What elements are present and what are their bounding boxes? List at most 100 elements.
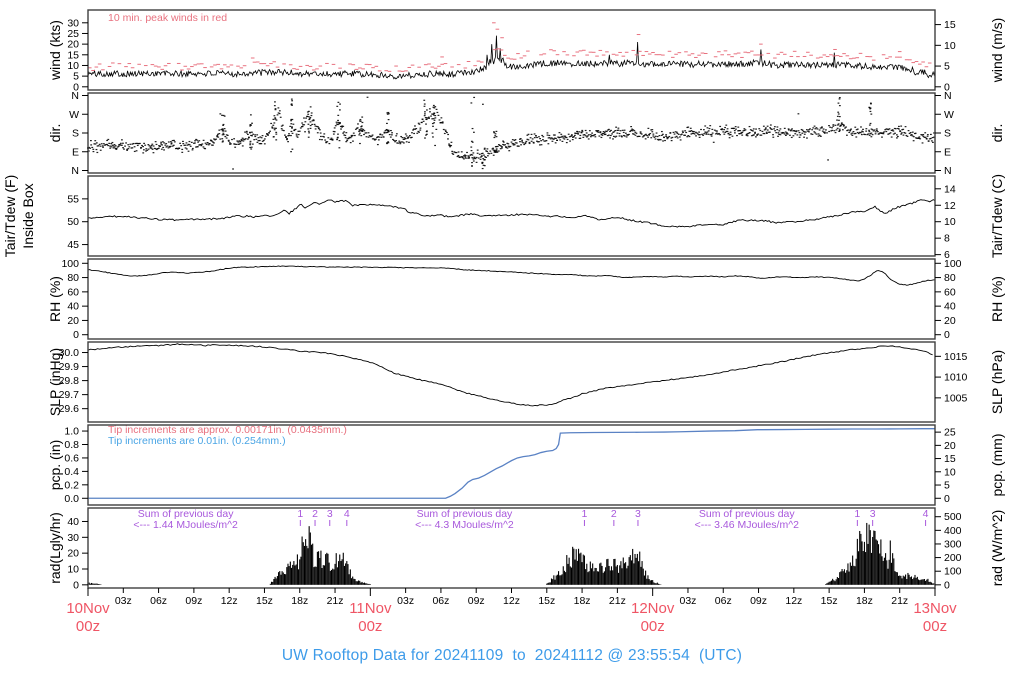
svg-text:20: 20 [67, 315, 79, 327]
svg-text:0.6: 0.6 [64, 452, 79, 464]
svg-text:200: 200 [944, 552, 962, 564]
svg-text:100: 100 [61, 258, 79, 270]
svg-text:E: E [72, 146, 79, 158]
svg-text:0.8: 0.8 [64, 439, 79, 451]
svg-text:40: 40 [67, 516, 79, 528]
hour-tick-label: 03z [115, 595, 132, 607]
date-label-z: 00z [358, 618, 382, 635]
panel-rh: 0 20 40 60 80 100 0 20 40 60 80 100 RH (%) RH (%) [47, 258, 1005, 341]
ylabel-left-slp: SLP (inHg) [47, 348, 63, 416]
svg-text:0: 0 [944, 493, 950, 505]
svg-text:45: 45 [67, 239, 79, 251]
ylabel-left-pcp: pcp. (in) [47, 440, 63, 491]
hour-tick-label: 18z [574, 595, 591, 607]
svg-text:20: 20 [67, 39, 79, 51]
svg-text:80: 80 [67, 272, 79, 284]
svg-text:10: 10 [67, 60, 79, 72]
rad-sum-value-1: <--- 1.44 MJoules/m^2 [133, 519, 238, 531]
date-label-z: 00z [923, 618, 947, 635]
date-label: 13Nov [913, 600, 957, 617]
svg-text:1.0: 1.0 [64, 426, 79, 438]
hour-tick-label: 06z [432, 595, 449, 607]
panel-slp: 29.629.729.829.930.0100510101015SLP (inH… [47, 341, 1005, 423]
svg-text:25: 25 [944, 427, 956, 439]
ylabel-left-tair: Inside Box [20, 183, 36, 248]
svg-text:20: 20 [944, 440, 956, 452]
ylabel-left-wind: wind (kts) [47, 20, 63, 81]
svg-text:60: 60 [67, 286, 79, 298]
panel-tair: 45505568101214Tair/Tdew (F) Inside Box Tai… [2, 174, 1005, 261]
hour-tick-label: 15z [538, 595, 555, 607]
ylabel-right-dir: dir. [989, 124, 1005, 143]
svg-text:55: 55 [67, 193, 79, 205]
hour-tick-label: 18z [291, 595, 308, 607]
ylabel-left-tair: Tair/Tdew (F) [2, 175, 18, 257]
svg-text:0: 0 [73, 579, 79, 591]
svg-text:15: 15 [67, 49, 79, 61]
hour-tick-label: 09z [468, 595, 485, 607]
svg-text:0.0: 0.0 [64, 493, 79, 505]
svg-text:14: 14 [944, 183, 956, 195]
hour-tick-label: 09z [750, 595, 767, 607]
rad-sum-value-3: <--- 3.46 MJoules/m^2 [695, 519, 800, 531]
ylabel-right-wind: wind (m/s) [989, 18, 1005, 84]
hour-tick-label: 21z [327, 595, 344, 607]
svg-text:1010: 1010 [944, 372, 968, 384]
svg-text:25: 25 [67, 28, 79, 40]
rad-max-mark: 3 [870, 508, 876, 520]
rad-max-mark: 4 [923, 508, 929, 520]
svg-text:0.4: 0.4 [64, 466, 79, 478]
wind-peaks-note: 10 min. peak winds in red [108, 12, 227, 24]
svg-text:300: 300 [944, 538, 962, 550]
ylabel-left-rad: rad(Lgly/hr) [47, 512, 63, 584]
panel-pcp: Tip increments are approx. 0.00171in. (0… [47, 424, 1005, 506]
chart-title: UW Rooftop Data for 20241109 to 20241112… [281, 647, 743, 664]
svg-text:5: 5 [944, 480, 950, 492]
hour-tick-label: 15z [256, 595, 273, 607]
svg-text:30: 30 [67, 17, 79, 29]
svg-text:N: N [71, 90, 79, 102]
plot-canvas: 10 min. peak winds in red051015202530051… [2, 9, 1005, 635]
hour-tick-label: 03z [679, 595, 696, 607]
svg-text:8: 8 [944, 233, 950, 245]
ylabel-left-rh: RH (%) [47, 276, 63, 322]
svg-text:S: S [72, 128, 79, 140]
ylabel-right-tair: Tair/Tdew (C) [989, 174, 1005, 258]
ylabel-right-pcp: pcp. (mm) [989, 434, 1005, 497]
panel-dir: NESWNNESWNdir. dir. [47, 90, 1005, 177]
rad-max-mark: 1 [854, 508, 860, 520]
panel-tair-axes: 45505568101214Tair/Tdew (F) Inside Box Tai… [2, 174, 1005, 261]
svg-text:0: 0 [944, 329, 950, 341]
svg-text:30: 30 [67, 532, 79, 544]
hour-tick-label: 12z [785, 595, 802, 607]
svg-text:5: 5 [73, 71, 79, 83]
ylabel-right-slp: SLP (hPa) [989, 350, 1005, 414]
x-axis: 10Nov00z11Nov00z12Nov00z13Nov00z03z 06z 09… [66, 588, 957, 635]
svg-text:80: 80 [944, 272, 956, 284]
svg-text:N: N [71, 165, 79, 177]
svg-text:5: 5 [944, 61, 950, 73]
svg-text:N: N [944, 90, 952, 102]
pcp-note-2: Tip increments are 0.01in. (0.254mm.) [108, 435, 286, 447]
svg-text:1005: 1005 [944, 392, 968, 404]
svg-text:500: 500 [944, 511, 962, 523]
hour-tick-label: 06z [150, 595, 167, 607]
hour-tick-label: 21z [609, 595, 626, 607]
date-label: 12Nov [631, 600, 675, 617]
hour-tick-label: 18z [856, 595, 873, 607]
hour-tick-label: 21z [891, 595, 908, 607]
svg-text:100: 100 [944, 566, 962, 578]
panel-rad: 1 2 3 4 1 2 3 1 3 4Sum of previous day<--- 1.44 M… [47, 507, 1005, 591]
svg-text:10: 10 [944, 466, 956, 478]
svg-text:W: W [944, 109, 954, 121]
hour-tick-label: 06z [715, 595, 732, 607]
rad-max-mark: 1 [297, 508, 303, 520]
date-label: 11Nov [349, 600, 392, 617]
hour-tick-label: 12z [503, 595, 520, 607]
svg-text:10: 10 [67, 563, 79, 575]
panel-dir-axes: NESWNNESWNdir. dir. [47, 90, 1005, 177]
svg-text:20: 20 [944, 315, 956, 327]
panel-slp-axes: 29.629.729.829.930.0100510101015SLP (inH… [47, 347, 1005, 416]
svg-text:0: 0 [73, 329, 79, 341]
rad-max-mark: 3 [327, 508, 333, 520]
